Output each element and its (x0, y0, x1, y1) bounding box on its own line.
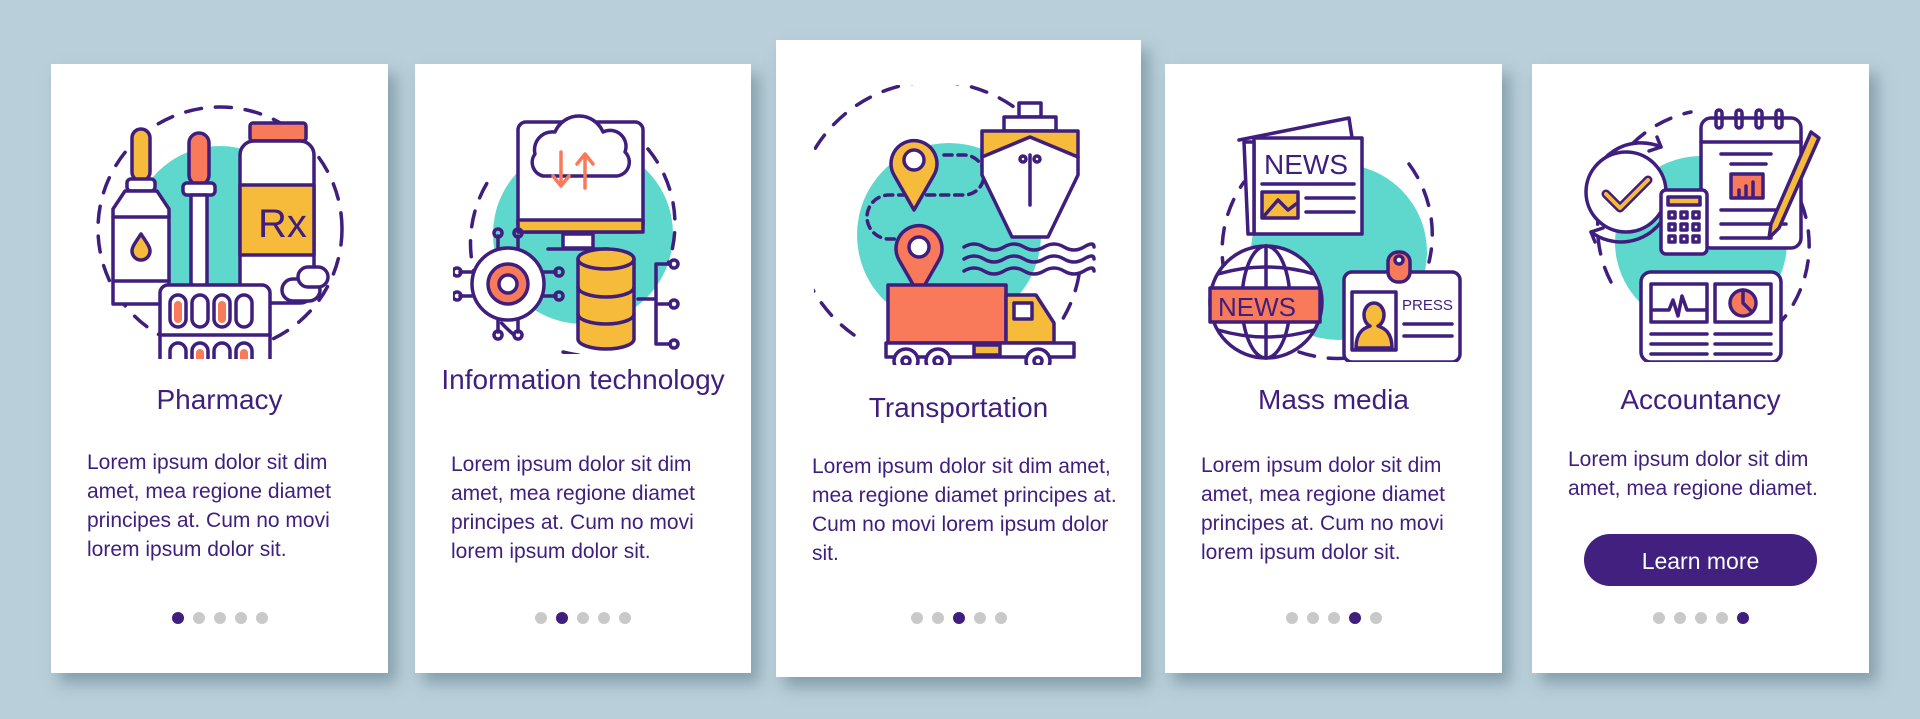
card-description: Lorem ipsum dolor sit dim amet, mea regi… (812, 455, 1117, 565)
card-description: Lorem ipsum dolor sit dim amet, mea regi… (1201, 454, 1445, 564)
page-dot-2[interactable] (1673, 612, 1686, 624)
page-dot-5[interactable] (255, 612, 268, 624)
page-dot-1[interactable] (1285, 612, 1298, 624)
page-dot-4[interactable] (234, 612, 247, 624)
page-dot-3[interactable] (1694, 612, 1707, 624)
page-dot-5[interactable] (1736, 612, 1749, 624)
page-dot-1[interactable] (1652, 612, 1665, 624)
svg-text:Rx: Rx (258, 202, 307, 246)
page-dot-3[interactable] (213, 612, 226, 624)
svg-text:NEWS: NEWS (1264, 149, 1348, 180)
transportation-icon (813, 85, 1104, 365)
svg-text:NEWS: NEWS (1218, 292, 1296, 322)
page-dot-4[interactable] (1348, 612, 1361, 624)
page-dot-5[interactable] (1369, 612, 1382, 624)
card-description: Lorem ipsum dolor sit dim amet, mea regi… (1568, 448, 1818, 500)
page-dot-1[interactable] (910, 612, 923, 624)
card-title: Pharmacy (156, 384, 283, 415)
onboarding-card-information-technology: Information technology Lorem ipsum dolor… (415, 64, 751, 673)
onboarding-card-accountancy: Accountancy Lorem ipsum dolor sit dim am… (1532, 64, 1869, 673)
svg-text:PRESS: PRESS (1402, 297, 1453, 314)
page-dot-4[interactable] (973, 612, 986, 624)
onboarding-card-pharmacy: Rx Pharmacy Lorem ipsum dolor sit dim am… (51, 64, 388, 673)
page-dot-5[interactable] (994, 612, 1007, 624)
accountancy-icon (1571, 102, 1831, 362)
card-title: Accountancy (1620, 384, 1781, 415)
onboarding-card-mass-media: NEWS NEWS PRESS Mass media Lorem ipsum d… (1165, 64, 1502, 673)
card-description: Lorem ipsum dolor sit dim amet, mea regi… (451, 453, 695, 563)
page-dot-2[interactable] (192, 612, 205, 624)
page-dot-1[interactable] (171, 612, 184, 624)
information-technology-icon (453, 94, 713, 354)
pagination-dots (1532, 612, 1869, 624)
pagination-dots (415, 612, 751, 624)
card-title: Information technology (441, 364, 725, 395)
pagination-dots (51, 612, 388, 624)
page-dot-2[interactable] (1306, 612, 1319, 624)
page-dot-2[interactable] (931, 612, 944, 624)
page-dot-4[interactable] (598, 612, 610, 624)
page-dot-2[interactable] (556, 612, 568, 624)
page-dot-5[interactable] (619, 612, 631, 624)
page-dot-1[interactable] (535, 612, 547, 624)
pharmacy-icon: Rx (90, 99, 350, 359)
page-dot-3[interactable] (577, 612, 589, 624)
learn-more-button[interactable]: Learn more (1584, 534, 1817, 586)
page-dot-3[interactable] (952, 612, 965, 624)
card-description: Lorem ipsum dolor sit dim amet, mea regi… (87, 451, 331, 561)
card-title: Transportation (868, 392, 1049, 423)
card-title: Mass media (1258, 384, 1409, 415)
pagination-dots (1165, 612, 1502, 624)
onboarding-card-transportation: Transportation Lorem ipsum dolor sit dim… (776, 40, 1141, 677)
page-dot-4[interactable] (1715, 612, 1728, 624)
mass-media-icon: NEWS NEWS PRESS (1204, 102, 1464, 362)
page-dot-3[interactable] (1327, 612, 1340, 624)
pagination-dots (776, 612, 1141, 624)
